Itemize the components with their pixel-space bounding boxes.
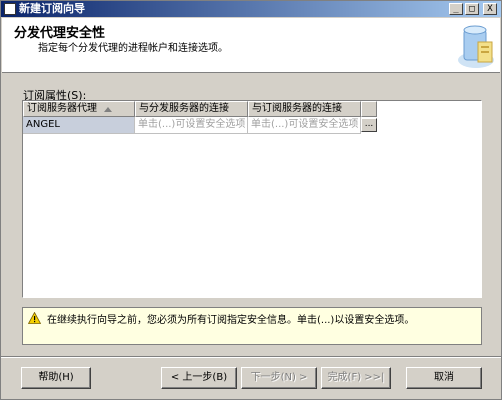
column-header-blank xyxy=(361,101,377,117)
help-button[interactable]: 帮助(H) xyxy=(21,367,91,389)
next-button[interactable]: 下一步(N) > xyxy=(241,367,317,389)
sort-ascending-icon xyxy=(104,107,112,112)
maximize-button[interactable]: □ xyxy=(465,3,479,15)
column-header-label: 订阅服务器代理 xyxy=(27,103,97,114)
window-title: 新建订阅向导 xyxy=(19,2,85,15)
warning-text: 在继续执行向导之前，您必须为所有订阅指定安全信息。单击(...)以设置安全选项。 xyxy=(47,315,415,326)
wizard-header: 分发代理安全性 指定每个分发代理的进程帐户和连接选项。 xyxy=(2,18,500,73)
subscriber-agent-cell[interactable]: ANGEL xyxy=(23,117,135,134)
cancel-button[interactable]: 取消 xyxy=(406,367,482,389)
page-subheading: 指定每个分发代理的进程帐户和连接选项。 xyxy=(38,43,228,54)
button-separator xyxy=(1,356,501,358)
warning-icon xyxy=(28,312,41,324)
wizard-icon xyxy=(458,25,494,68)
wizard-window: 新建订阅向导 _ □ X 分发代理安全性 指定每个分发代理的进程帐户和连接选项。… xyxy=(0,0,502,400)
finish-button[interactable]: 完成(F) >>| xyxy=(321,367,391,389)
back-button[interactable]: < 上一步(B) xyxy=(161,367,237,389)
distributor-connection-cell[interactable]: 单击(...)可设置安全选项 xyxy=(135,117,248,134)
security-options-button[interactable]: ... xyxy=(361,118,377,132)
app-icon xyxy=(4,3,16,15)
table-row[interactable]: ANGEL 单击(...)可设置安全选项 单击(...)可设置安全选项 xyxy=(23,117,383,134)
subscriber-connection-cell[interactable]: 单击(...)可设置安全选项 xyxy=(248,117,361,134)
column-header-subscriber-agent[interactable]: 订阅服务器代理 xyxy=(23,101,135,117)
warning-message: 在继续执行向导之前，您必须为所有订阅指定安全信息。单击(...)以设置安全选项。 xyxy=(22,307,482,345)
column-header-subscriber-connection[interactable]: 与订阅服务器的连接 xyxy=(248,101,361,117)
title-bar[interactable]: 新建订阅向导 _ □ X xyxy=(1,1,501,17)
column-header-distributor-connection[interactable]: 与分发服务器的连接 xyxy=(135,101,248,117)
minimize-button[interactable]: _ xyxy=(449,3,463,15)
close-button[interactable]: X xyxy=(483,3,497,15)
subscription-properties-grid[interactable]: 订阅服务器代理 与分发服务器的连接 与订阅服务器的连接 ANGEL 单击(...… xyxy=(22,100,482,298)
